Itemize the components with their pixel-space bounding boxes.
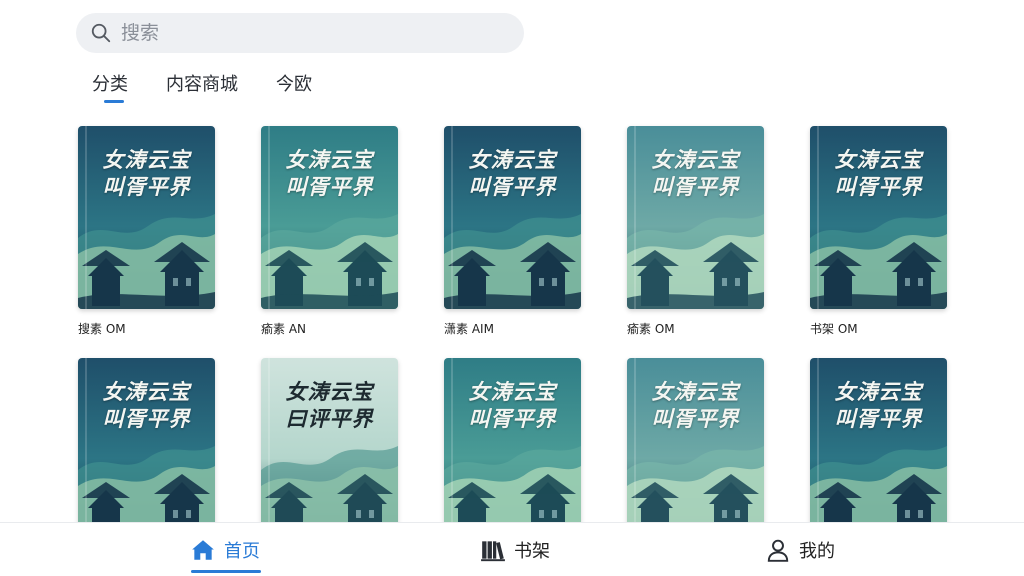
cover-title: 女涛云宝 叫胥平界 <box>261 146 398 200</box>
book-cover[interactable]: 女涛云宝 叫胥平界 <box>444 126 581 309</box>
nav-me[interactable]: 我的 <box>765 537 835 563</box>
cover-title-line2: 叫胥平界 <box>102 174 191 199</box>
cover-title-line1: 女涛云宝 <box>285 147 374 172</box>
category-tabs: 分类 内容商城 今欧 <box>92 72 350 103</box>
cover-title-line2: 叫胥平界 <box>285 174 374 199</box>
tab-content-store[interactable]: 内容商城 <box>166 72 238 102</box>
book-card[interactable]: 女涛云宝 叫胥平界搜素 OM <box>78 126 215 336</box>
cover-title: 女涛云宝 叫胥平界 <box>444 378 581 432</box>
book-name[interactable]: 搜素 OM <box>78 320 215 336</box>
search-input[interactable] <box>121 22 481 44</box>
book-name[interactable]: 瘉素 OM <box>627 320 764 336</box>
cover-title-line2: 叫胥平界 <box>651 406 740 431</box>
cover-title-line2: 叫胥平界 <box>468 174 557 199</box>
nav-home-label: 首页 <box>224 541 260 562</box>
cover-title-line2: 叫胥平界 <box>468 406 557 431</box>
book-name[interactable]: 潇素 AIM <box>444 320 581 336</box>
cover-title-line1: 女涛云宝 <box>834 379 923 404</box>
cover-title-line1: 女涛云宝 <box>468 147 557 172</box>
nav-bookshelf[interactable]: 书架 <box>480 537 550 563</box>
cover-title-line1: 女涛云宝 <box>285 379 374 404</box>
book-card[interactable]: 女涛云宝 叫胥平界瘉素 AN <box>261 126 398 336</box>
cover-title: 女涛云宝 叫胥平界 <box>78 378 215 432</box>
book-cover[interactable]: 女涛云宝 叫胥平界 <box>78 126 215 309</box>
book-card[interactable]: 女涛云宝 叫胥平界 <box>627 358 764 541</box>
book-cover[interactable]: 女涛云宝 曰评平界 <box>261 358 398 541</box>
cover-title-line1: 女涛云宝 <box>468 379 557 404</box>
nav-bookshelf-label: 书架 <box>514 541 550 562</box>
book-card[interactable]: 女涛云宝 叫胥平界潇素 AIM <box>444 126 581 336</box>
book-cover[interactable]: 女涛云宝 叫胥平界 <box>261 126 398 309</box>
book-card[interactable]: 女涛云宝 叫胥平界瘉素 OM <box>627 126 764 336</box>
tab-category[interactable]: 分类 <box>92 72 128 103</box>
book-card[interactable]: 女涛云宝 叫胥平界 <box>810 358 947 541</box>
active-tab-indicator <box>191 570 261 573</box>
cover-title-line2: 叫胥平界 <box>834 174 923 199</box>
cover-title-line1: 女涛云宝 <box>834 147 923 172</box>
cover-title-line1: 女涛云宝 <box>651 379 740 404</box>
cover-title: 女涛云宝 叫胥平界 <box>810 378 947 432</box>
home-icon <box>192 540 214 560</box>
cover-title-line1: 女涛云宝 <box>102 147 191 172</box>
book-cover[interactable]: 女涛云宝 叫胥平界 <box>78 358 215 541</box>
cover-title-line2: 叫胥平界 <box>102 406 191 431</box>
bookshelf-icon <box>481 541 505 562</box>
bottom-nav: 首页 书架 我的 <box>0 522 1024 576</box>
book-card[interactable]: 女涛云宝 曰评平界 <box>261 358 398 541</box>
book-card[interactable]: 女涛云宝 叫胥平界 <box>78 358 215 541</box>
nav-home[interactable]: 首页 <box>190 537 260 563</box>
book-name[interactable]: 书架 OM <box>810 320 947 336</box>
search-bar[interactable] <box>76 13 524 53</box>
nav-me-label: 我的 <box>799 541 835 562</box>
book-cover[interactable]: 女涛云宝 叫胥平界 <box>444 358 581 541</box>
search-icon <box>91 23 111 43</box>
cover-title-line1: 女涛云宝 <box>651 147 740 172</box>
book-card[interactable]: 女涛云宝 叫胥平界 <box>444 358 581 541</box>
cover-title-line2: 曰评平界 <box>285 406 374 431</box>
cover-title-line1: 女涛云宝 <box>102 379 191 404</box>
cover-title: 女涛云宝 叫胥平界 <box>78 146 215 200</box>
book-card[interactable]: 女涛云宝 叫胥平界书架 OM <box>810 126 947 336</box>
book-name[interactable]: 瘉素 AN <box>261 320 398 336</box>
book-cover[interactable]: 女涛云宝 叫胥平界 <box>627 126 764 309</box>
cover-title: 女涛云宝 叫胥平界 <box>444 146 581 200</box>
cover-title-line2: 叫胥平界 <box>651 174 740 199</box>
cover-title: 女涛云宝 叫胥平界 <box>627 378 764 432</box>
cover-title: 女涛云宝 叫胥平界 <box>810 146 947 200</box>
book-cover[interactable]: 女涛云宝 叫胥平界 <box>810 126 947 309</box>
cover-title: 女涛云宝 叫胥平界 <box>627 146 764 200</box>
cover-title: 女涛云宝 曰评平界 <box>261 378 398 432</box>
book-cover[interactable]: 女涛云宝 叫胥平界 <box>627 358 764 541</box>
cover-title-line2: 叫胥平界 <box>834 406 923 431</box>
book-cover[interactable]: 女涛云宝 叫胥平界 <box>810 358 947 541</box>
user-icon <box>767 539 789 562</box>
tab-today[interactable]: 今欧 <box>276 72 312 102</box>
